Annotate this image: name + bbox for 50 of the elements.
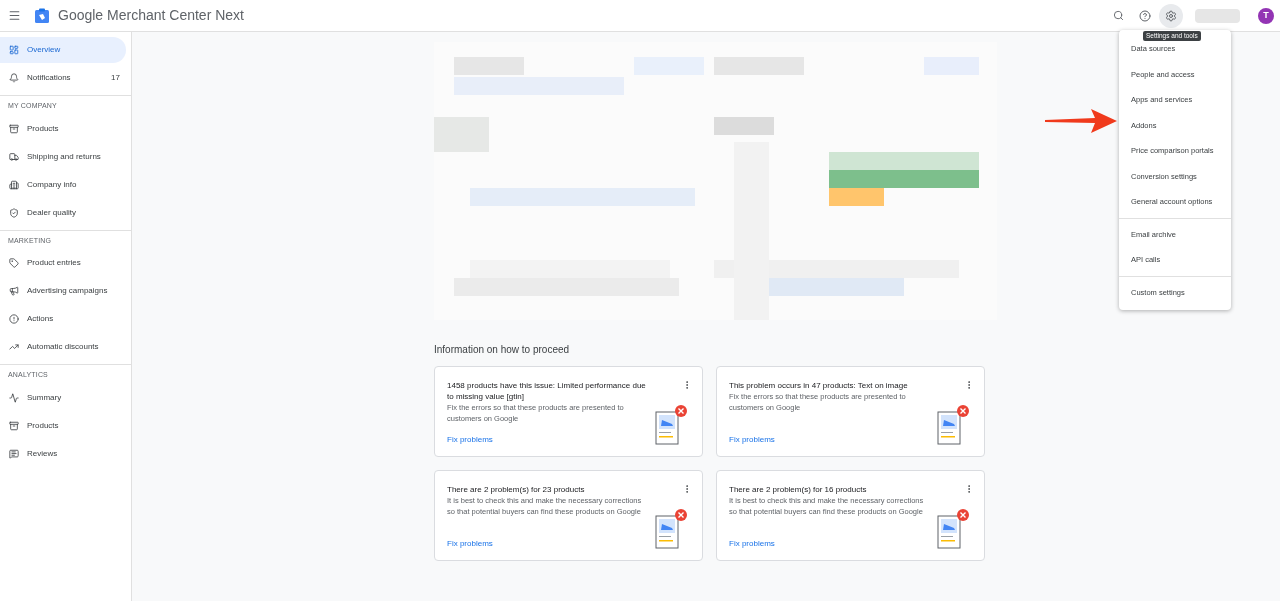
truck-icon (9, 151, 19, 162)
archive-icon (9, 420, 19, 431)
fix-problems-link[interactable]: Fix problems (729, 538, 928, 550)
alert-icon (9, 314, 19, 324)
nav-item[interactable]: Reviews (0, 440, 126, 467)
section-title: Information on how to proceed (434, 343, 571, 357)
nav-item[interactable]: Shipping and returns (0, 143, 126, 170)
archive-icon (9, 123, 19, 134)
bell-icon (9, 73, 19, 83)
product-error-icon (936, 508, 970, 550)
nav-item[interactable]: Product entries (0, 250, 126, 276)
review-icon (9, 448, 19, 459)
fix-problems-link[interactable]: Fix problems (447, 434, 646, 446)
card-title: This problem occurs in 47 products: Text on image (729, 380, 909, 391)
card-title: There are 2 problem(s) for 23 products (447, 484, 586, 495)
nav-item[interactable]: Overview (0, 37, 126, 63)
nav-item[interactable]: Actions (0, 306, 126, 332)
dashboard-icon (9, 45, 19, 55)
card-title: 1458 products have this issue: Limited performance due to missing value [gtin] (447, 380, 646, 402)
fix-problems-link[interactable]: Fix problems (729, 434, 928, 446)
logo-icon (34, 7, 50, 24)
product-error-icon (936, 404, 970, 446)
menu-icon[interactable] (8, 9, 21, 22)
nav-item[interactable]: Dealer quality (0, 199, 126, 226)
trend-icon (9, 342, 19, 352)
arrow-annotation (1045, 109, 1117, 133)
settings-icon (1165, 9, 1177, 22)
nav-item[interactable]: Automatic discounts (0, 334, 126, 360)
nav-item[interactable]: Advertising campaigns (0, 278, 126, 304)
nav-item[interactable]: Notifications 17 (0, 65, 126, 91)
notification-count: 17 (111, 72, 120, 84)
nav-item[interactable]: Company info (0, 171, 126, 198)
help-icon[interactable] (1139, 9, 1151, 22)
tag-icon (9, 258, 19, 268)
fix-problems-link[interactable]: Fix problems (447, 538, 646, 550)
building-icon (9, 179, 19, 190)
product-error-icon (654, 508, 688, 550)
product-error-icon (654, 404, 688, 446)
card-title: There are 2 problem(s) for 16 products (729, 484, 868, 495)
account-name (1195, 8, 1240, 23)
user-avatar[interactable]: T (1258, 7, 1274, 24)
line-chart-icon (9, 392, 19, 403)
nav-item[interactable]: Products (0, 412, 126, 439)
megaphone-icon (9, 286, 19, 296)
app-title: Google Merchant Center Next (58, 6, 244, 25)
nav-item[interactable]: Summary (0, 384, 126, 411)
search-icon[interactable] (1113, 10, 1124, 21)
badge-icon (9, 207, 19, 218)
settings-button[interactable] (1159, 3, 1183, 28)
nav-item[interactable]: Products (0, 115, 126, 142)
